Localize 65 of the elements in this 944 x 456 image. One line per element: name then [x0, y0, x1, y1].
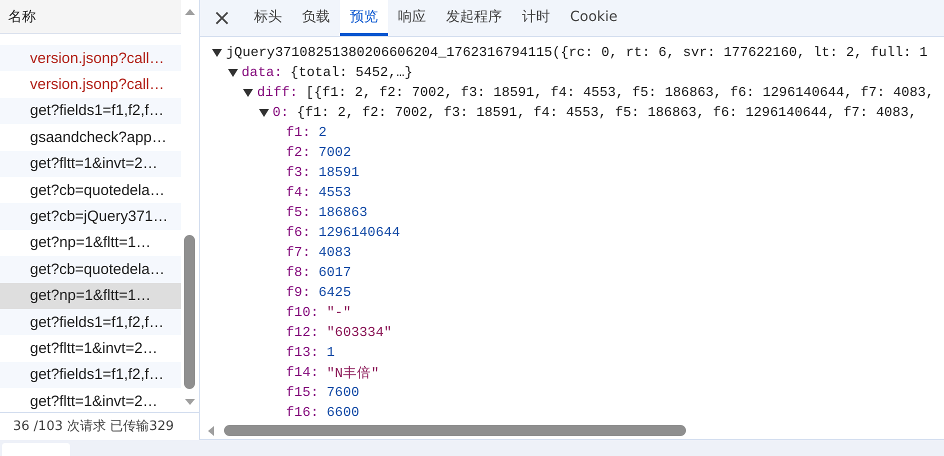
tab[interactable]: 负载	[292, 0, 340, 36]
tab[interactable]: 标头	[244, 0, 292, 36]
request-row[interactable]: get?fields1=f1,f2,f…	[0, 362, 181, 388]
expand-triangle-icon[interactable]	[258, 108, 268, 118]
json-value: 18591	[318, 166, 360, 180]
json-key: f3:	[286, 166, 310, 180]
request-row[interactable]: get?fields1=f1,f2,f…	[0, 308, 181, 336]
json-value: "N丰倍"	[326, 364, 380, 382]
json-value: 6425	[318, 286, 352, 300]
status-text: 36 /103 次请求 已传输329	[12, 418, 175, 436]
column-header[interactable]: 名称	[0, 0, 181, 34]
request-row[interactable]: get?fltt=1&invt=2…	[0, 335, 181, 362]
expand-triangle-icon[interactable]	[228, 68, 238, 78]
json-key: f14:	[286, 366, 319, 380]
json-value: 6600	[326, 406, 360, 420]
json-value: 1296140644	[318, 226, 400, 240]
json-key: 0:	[272, 106, 289, 120]
json-summary: [{f1: 2, f2: 7002, f3: 18591, f4: 4553, f5: 186863, f6: 1296140644, f7: 4083,	[306, 86, 934, 100]
json-value: 1	[326, 346, 335, 360]
json-value: 4083	[318, 246, 352, 260]
request-row[interactable]: get?np=1&fltt=1…	[0, 230, 181, 256]
request-row[interactable]: get?fltt=1&invt=2…	[0, 150, 181, 177]
json-value: 6017	[318, 266, 352, 280]
close-button[interactable]: ×	[200, 0, 244, 36]
request-row[interactable]: get?np=1&fltt=1…	[0, 282, 181, 309]
json-key: f6:	[286, 226, 310, 240]
json-key: f7:	[286, 246, 310, 260]
tab[interactable]: 预览	[340, 0, 388, 36]
json-key: f16:	[286, 406, 319, 420]
request-row[interactable]: version.jsonp?call…	[0, 71, 181, 98]
json-key: data:	[242, 66, 282, 80]
json-key: f10:	[286, 306, 319, 320]
request-row[interactable]: version.jsonp?call…	[0, 45, 181, 72]
json-key: diff:	[257, 86, 298, 100]
json-key: f15:	[286, 386, 319, 400]
json-key: f1:	[286, 126, 310, 140]
request-row[interactable]: get?fields1=f1,f2,f…	[0, 98, 181, 124]
request-row[interactable]: get?fltt=1&invt=2…	[0, 388, 181, 412]
json-key: f4:	[286, 186, 310, 200]
json-key: f5:	[286, 206, 310, 220]
request-row[interactable]: get?cb=jQuery371…	[0, 203, 181, 230]
json-text: jQuery37108251380206606204_1762316794115({rc: 0, rt: 6, svr: 177622160, lt: 2, full: 1	[226, 46, 928, 60]
json-key: f2:	[286, 146, 310, 160]
request-row[interactable]: get?cb=quotedela…	[0, 176, 181, 204]
json-summary: {total: 5452,…}	[290, 66, 413, 80]
request-row[interactable]: get?cb=quotedela…	[0, 256, 181, 283]
json-value: 186863	[318, 206, 368, 220]
json-value: "-"	[326, 306, 352, 320]
tab[interactable]: 发起程序	[436, 0, 512, 36]
json-value: 7002	[318, 146, 352, 160]
expand-triangle-icon[interactable]	[243, 88, 253, 98]
json-key: f12:	[286, 326, 319, 340]
tab[interactable]: 响应	[388, 0, 436, 36]
tab[interactable]: Cookie	[560, 0, 628, 36]
json-value: 2	[318, 126, 327, 140]
json-summary: {f1: 2, f2: 7002, f3: 18591, f4: 4553, f5: 186863, f6: 1296140644, f7: 4083,	[296, 106, 917, 120]
json-value: 4553	[318, 186, 352, 200]
json-key: f8:	[286, 266, 310, 280]
json-key: f13:	[286, 346, 319, 360]
json-key: f9:	[286, 286, 310, 300]
json-value: 7600	[326, 386, 360, 400]
expand-triangle-icon[interactable]	[212, 48, 222, 58]
json-value: "603334"	[326, 326, 392, 340]
tab[interactable]: 计时	[512, 0, 560, 36]
request-row[interactable]: gsaandcheck?app…	[0, 124, 181, 151]
